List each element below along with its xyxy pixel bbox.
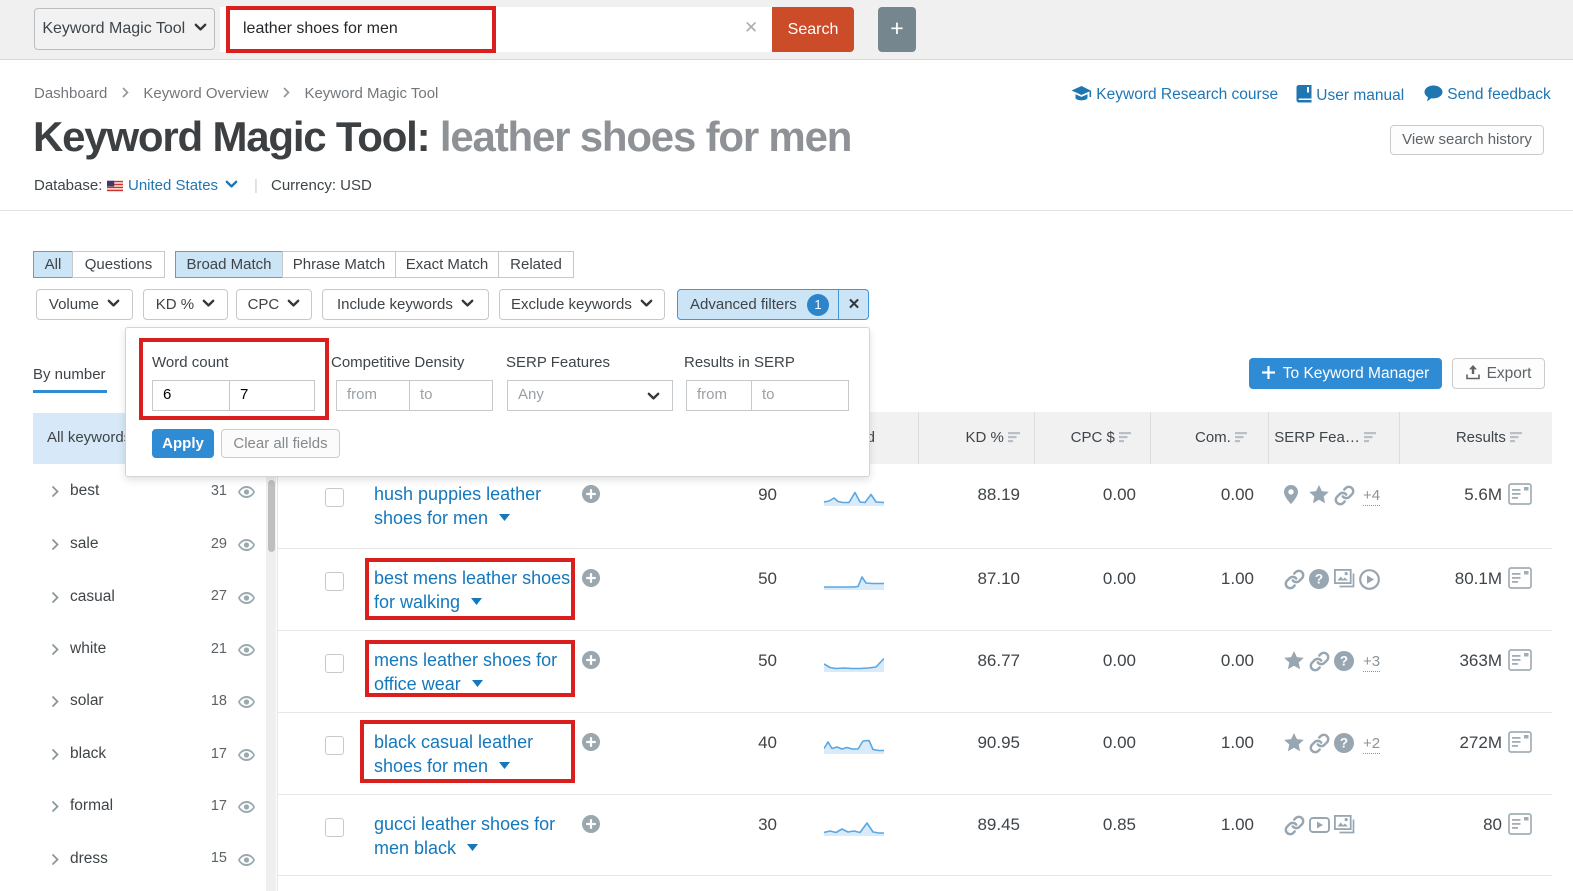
- svg-text:?: ?: [1315, 572, 1323, 587]
- svg-text:?: ?: [1340, 654, 1348, 669]
- svg-text:?: ?: [1340, 736, 1348, 751]
